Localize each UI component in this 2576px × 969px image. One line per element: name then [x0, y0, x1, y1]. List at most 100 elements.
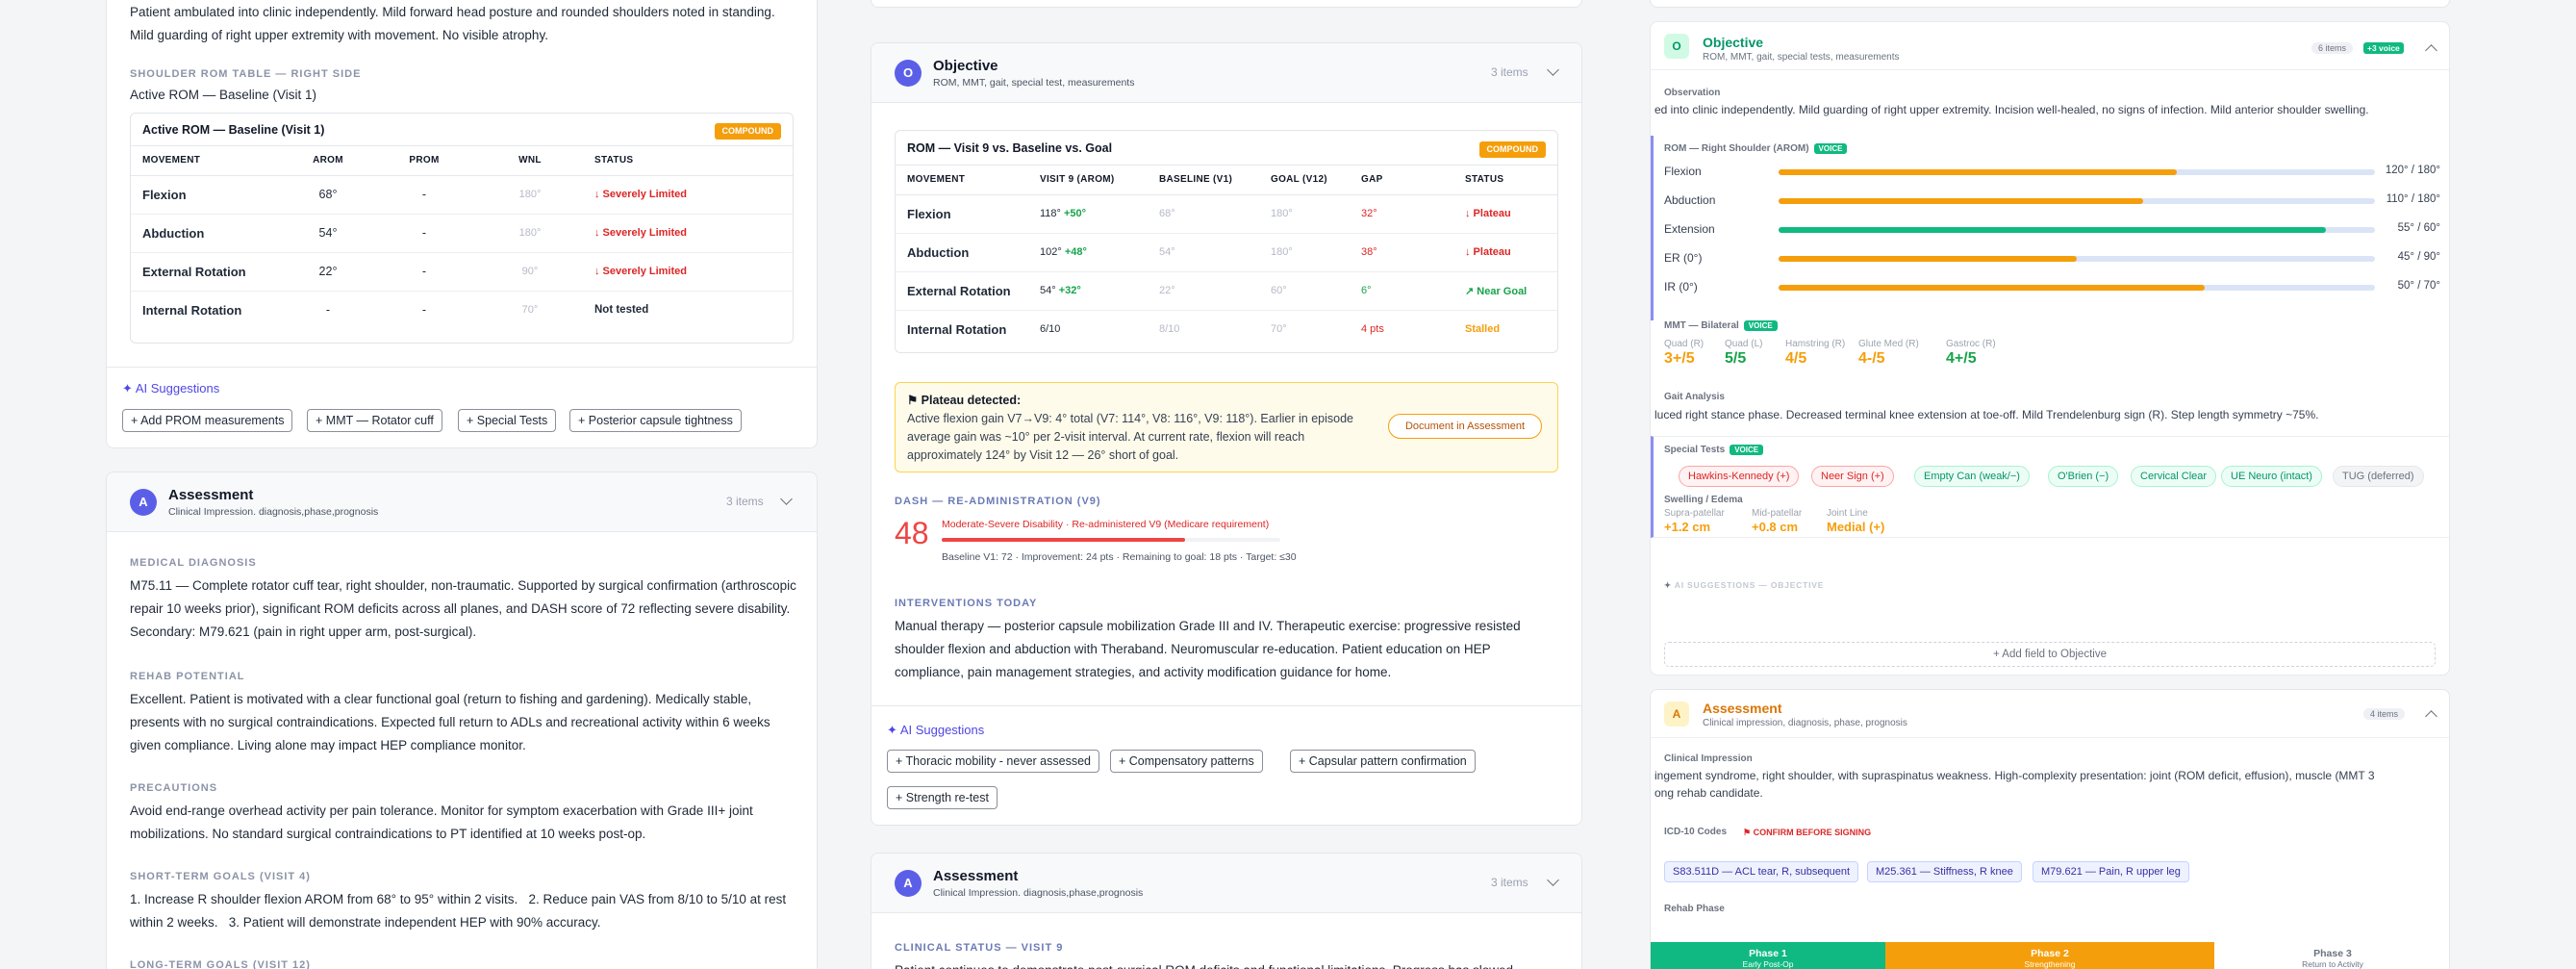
chip-label: MMT — Rotator cuff: [325, 414, 434, 427]
objective-avatar: O: [895, 60, 922, 87]
chip-label: Capsular pattern confirmation: [1308, 754, 1467, 768]
ai-suggestions-header: ✦ AI Suggestions: [887, 723, 984, 738]
rehab-potential-label: REHAB POTENTIAL: [130, 671, 245, 682]
suggestion-chip-strength[interactable]: + Strength re-test: [887, 786, 998, 809]
movement-cell: External Rotation: [131, 252, 285, 292]
icd-warning: ⚑ CONFIRM BEFORE SIGNING: [1743, 828, 1872, 837]
special-test-pill[interactable]: TUG (deferred): [2333, 466, 2424, 487]
phase-segment[interactable]: Phase 2 Strengthening: [1885, 942, 2214, 969]
swelling-label: Swelling / Edema: [1664, 495, 1743, 505]
objective-header[interactable]: O Objective ROM, MMT, gait, special test…: [1651, 22, 2449, 70]
prom-cell: -: [421, 303, 427, 318]
suggestion-chip-prom[interactable]: + Add PROM measurements: [122, 409, 293, 432]
icd-code-chip[interactable]: S83.511D — ACL tear, R, subsequent: [1664, 861, 1859, 882]
chip-label: Strength re-test: [905, 791, 989, 804]
phase-name: Phase 2: [2031, 948, 2069, 959]
voice-badge: VOICE: [1813, 143, 1848, 154]
phase-sub: Early Post-Op: [1742, 959, 1794, 969]
table-row: Internal Rotation - - 70° Not tested: [131, 291, 793, 329]
suggestion-chip-posterior-capsule[interactable]: + Posterior capsule tightness: [569, 409, 742, 432]
section-title: Objective: [1703, 35, 1764, 50]
special-test-pill[interactable]: O'Brien (−): [2048, 466, 2119, 487]
precautions-label: PRECAUTIONS: [130, 782, 218, 794]
chevron-down-icon[interactable]: [1547, 874, 1559, 886]
dash-progress-track: [942, 538, 1280, 542]
divider: [107, 367, 817, 368]
gap-cell: 38°: [1350, 233, 1453, 272]
dash-progress-fill: [942, 538, 1186, 542]
rom-row-label: Extension: [1664, 222, 1715, 236]
table-row: Flexion 68° - 180° ↓ Severely Limited: [131, 175, 793, 215]
voice-badge: VOICE: [1743, 320, 1778, 331]
icd-code-chip[interactable]: M79.621 — Pain, R upper leg: [2033, 861, 2189, 882]
phase-segment[interactable]: Phase 3 Return to Activity: [2214, 942, 2449, 969]
chevron-down-icon[interactable]: [1547, 64, 1559, 76]
gap-cell: 6°: [1350, 271, 1453, 311]
icd-code-chip[interactable]: M25.361 — Stiffness, R knee: [1867, 861, 2022, 882]
prom-cell: -: [371, 214, 477, 253]
table-caption: ROM — Visit 9 vs. Baseline vs. Goal COMPO…: [896, 131, 1557, 166]
chip-label: Posterior capsule tightness: [588, 414, 733, 427]
suggestion-chip-capsular[interactable]: + Capsular pattern confirmation: [1290, 750, 1476, 773]
compound-badge: COMPOUND: [714, 123, 781, 140]
phase-segment[interactable]: Phase 1 Early Post-Op: [1651, 942, 1885, 969]
table-row: External Rotation 22° - 90° ↓ Severely L…: [131, 252, 793, 292]
mmt-value: 4/5: [1785, 350, 1807, 367]
visit9-cell: 118° +50°: [1028, 194, 1148, 234]
ai-suggestions-header: ✦ AI Suggestions: [122, 381, 219, 396]
table-row: External Rotation 54° +32° 22° 60° 6° ↗ …: [896, 271, 1557, 311]
chip-label: Add PROM measurements: [140, 414, 285, 427]
movement-cell: External Rotation: [896, 271, 1028, 311]
assessment-avatar: A: [130, 489, 157, 516]
special-test-pill[interactable]: Empty Can (weak/−): [1914, 466, 2030, 487]
suggestion-chip-special-tests[interactable]: + Special Tests: [458, 409, 557, 432]
objective-header[interactable]: O Objective ROM, MMT, gait, special test…: [871, 43, 1581, 103]
ai-suggestions-label: AI Suggestions: [899, 723, 985, 737]
chevron-up-icon[interactable]: [2425, 710, 2437, 723]
status-cell: ↓ Plateau: [1453, 233, 1557, 272]
suggestion-chip-thoracic[interactable]: + Thoracic mobility - never assessed: [887, 750, 1099, 773]
ai-suggestions-label: AI Suggestions: [135, 381, 220, 395]
assessment-header[interactable]: A Assessment Clinical impression, diagno…: [1651, 690, 2449, 738]
plateau-title: ⚑ Plateau detected:: [907, 394, 1022, 407]
phase-name: Phase 1: [1749, 948, 1787, 959]
add-field-button[interactable]: + Add field to Objective: [1664, 642, 2436, 667]
prom-cell: -: [371, 252, 477, 292]
rom-comparison-table: ROM — Visit 9 vs. Baseline vs. Goal COMPO…: [895, 130, 1558, 353]
chevron-down-icon[interactable]: [780, 493, 793, 505]
special-test-pill[interactable]: Hawkins-Kennedy (+): [1679, 466, 1800, 487]
interventions-label: INTERVENTIONS TODAY: [895, 598, 1038, 609]
goal-cell: 70°: [1271, 323, 1287, 336]
suggestion-chip-mmt[interactable]: + MMT — Rotator cuff: [307, 409, 442, 432]
ltg-label: LONG-TERM GOALS (VISIT 12): [130, 959, 311, 969]
gap-cell: 32°: [1350, 194, 1453, 234]
stg-text: 1. Increase R shoulder flexion AROM from…: [130, 892, 790, 930]
observation-label: Observation: [1664, 88, 1721, 98]
objective-avatar: O: [1664, 34, 1689, 59]
swelling-name: Mid-patellar: [1752, 508, 1803, 519]
arom-cell: 54°: [285, 214, 371, 253]
clinical-impression-label: Clinical Impression: [1664, 753, 1753, 764]
rom-bar-fill: [1779, 169, 2177, 175]
clinical-impression-text-1: ingement syndrome, right shoulder, with …: [1654, 769, 2375, 782]
col-header: WNL: [477, 146, 583, 176]
status-cell: ↗ Near Goal: [1453, 271, 1557, 311]
assessment-header[interactable]: A Assessment Clinical Impression. diagno…: [871, 854, 1581, 913]
rom-row-label: Abduction: [1664, 193, 1716, 207]
objective-card-middle: O Objective ROM, MMT, gait, special test…: [871, 42, 1582, 826]
divider: [871, 705, 1581, 706]
special-test-pill[interactable]: Neer Sign (+): [1811, 466, 1894, 487]
assessment-header[interactable]: A Assessment Clinical Impression. diagno…: [107, 472, 817, 532]
mmt-name: Glute Med (R): [1858, 339, 1919, 349]
chevron-up-icon[interactable]: [2425, 44, 2437, 57]
col-header: MOVEMENT: [131, 146, 285, 176]
medical-diagnosis-label: MEDICAL DIAGNOSIS: [130, 557, 257, 569]
special-test-pill[interactable]: Cervical Clear: [2131, 466, 2217, 487]
dash-score: 48: [895, 516, 929, 550]
suggestion-chip-compensatory[interactable]: + Compensatory patterns: [1110, 750, 1263, 773]
document-in-assessment-button[interactable]: Document in Assessment: [1388, 414, 1542, 439]
table-row: Abduction 54° - 180° ↓ Severely Limited: [131, 214, 793, 253]
wnl-cell: 70°: [521, 304, 539, 317]
rom-row-label: IR (0°): [1664, 280, 1698, 293]
special-test-pill[interactable]: UE Neuro (intact): [2221, 466, 2322, 487]
